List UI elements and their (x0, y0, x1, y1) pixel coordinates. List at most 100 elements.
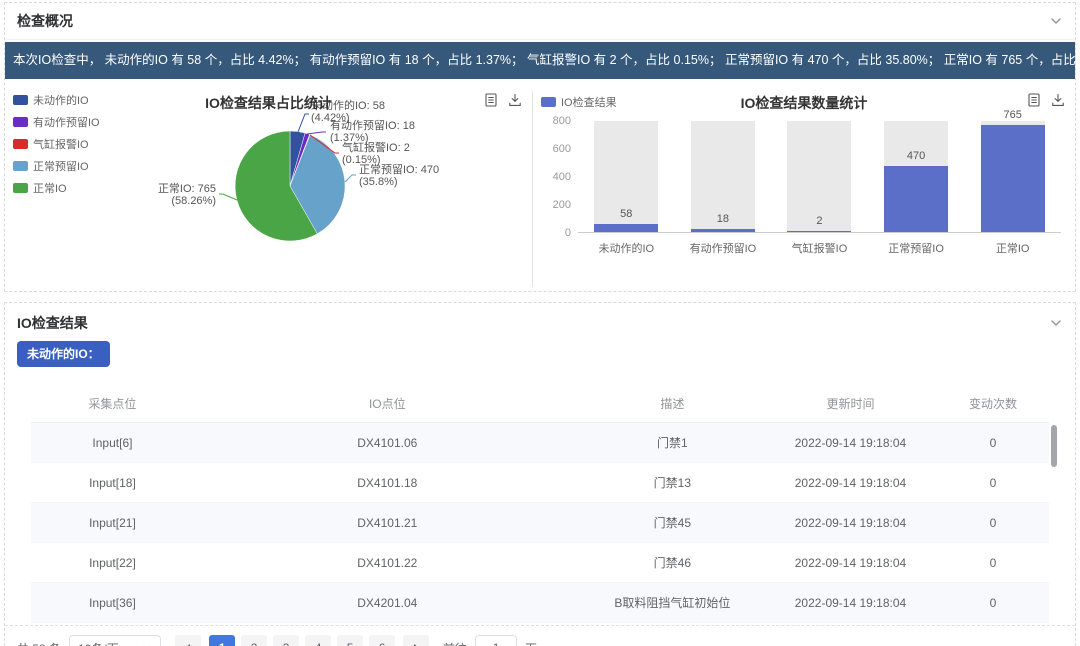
page-button-1[interactable]: 1 (209, 635, 235, 646)
legend-item[interactable]: 正常IO (13, 180, 100, 196)
table-cell: Input[36] (31, 583, 194, 623)
y-axis-tick: 0 (533, 226, 571, 240)
table-cell: 门禁46 (581, 543, 764, 583)
results-table: 采集点位IO点位描述更新时间变动次数 Input[6]DX4101.06门禁12… (31, 385, 1049, 623)
bar-x-label: 正常预留IO (868, 240, 965, 256)
legend-item[interactable]: 气缸报警IO (13, 136, 100, 152)
results-header: IO检查结果 (5, 303, 1075, 335)
y-axis-tick: 800 (533, 114, 571, 128)
table-header-cell: 采集点位 (31, 385, 194, 423)
bar-x-label: 气缸报警IO (771, 240, 868, 256)
chevron-down-icon[interactable] (1049, 316, 1063, 330)
goto-page-input[interactable] (475, 635, 517, 646)
goto-label: 前往 (443, 640, 467, 646)
pagination-total: 共 58 条 (17, 640, 61, 646)
pie-label: 正常IO: 765(58.26%) (158, 182, 216, 207)
result-category-badge[interactable]: 未动作的IO： (17, 341, 110, 367)
table-scrollbar-thumb[interactable] (1051, 425, 1057, 467)
table-cell: 0 (937, 503, 1049, 543)
table-cell: DX4101.22 (194, 543, 581, 583)
table-cell: 0 (937, 423, 1049, 463)
table-cell: Input[6] (31, 423, 194, 463)
data-view-icon[interactable] (484, 93, 498, 107)
page-button-2[interactable]: 2 (241, 635, 267, 646)
bar[interactable] (787, 231, 851, 232)
pie-chart: IO检查结果占比统计 未动作的IO有动作预留IO气缸报警IO正常预留IO正常IO… (5, 87, 532, 291)
table-cell: DX4101.21 (194, 503, 581, 543)
table-cell: 门禁45 (581, 503, 764, 543)
bar-chart: IO检查结果 IO检查结果数量统计 0200400600800 58182470… (533, 87, 1075, 291)
page-size-select[interactable]: 10条/页 (69, 635, 161, 646)
table-row[interactable]: Input[6]DX4101.06门禁12022-09-14 19:18:040 (31, 423, 1049, 463)
bar-x-label: 未动作的IO (578, 240, 675, 256)
results-title: IO检查结果 (17, 315, 88, 331)
charts-row: IO检查结果占比统计 未动作的IO有动作预留IO气缸报警IO正常预留IO正常IO… (5, 87, 1075, 291)
data-view-icon[interactable] (1027, 93, 1041, 107)
table-header-cell: 描述 (581, 385, 764, 423)
next-page-button[interactable] (403, 635, 429, 646)
table-cell: 门禁1 (581, 423, 764, 463)
legend-label: 有动作预留IO (33, 114, 100, 130)
bar[interactable] (884, 166, 948, 232)
prev-page-button[interactable] (175, 635, 201, 646)
pie-label: 有动作预留IO: 18(1.37%) (330, 118, 415, 144)
page-button-3[interactable]: 3 (273, 635, 299, 646)
page: 检查概况 本次IO检查中， 未动作的IO 有 58 个，占比 4.42%； 有动… (0, 0, 1080, 646)
bar-value-label: 18 (675, 213, 772, 225)
bar-plot[interactable]: 58182470765 (578, 121, 1061, 233)
download-icon[interactable] (1051, 93, 1065, 107)
table-row[interactable]: Input[22]DX4101.22门禁462022-09-14 19:18:0… (31, 543, 1049, 583)
pagination-pages: 123456 (209, 635, 395, 646)
summary-banner: 本次IO检查中， 未动作的IO 有 58 个，占比 4.42%； 有动作预留IO… (5, 42, 1075, 79)
legend-label: 正常预留IO (33, 158, 89, 174)
bar-legend[interactable]: IO检查结果 (541, 94, 617, 110)
pie-toolbox (484, 93, 522, 107)
table-row[interactable]: Input[21]DX4101.21门禁452022-09-14 19:18:0… (31, 503, 1049, 543)
y-axis-tick: 200 (533, 198, 571, 212)
table-cell: DX4101.06 (194, 423, 581, 463)
page-button-6[interactable]: 6 (369, 635, 395, 646)
table-row[interactable]: Input[18]DX4101.18门禁132022-09-14 19:18:0… (31, 463, 1049, 503)
bar[interactable] (691, 229, 755, 232)
table-cell: Input[18] (31, 463, 194, 503)
table-cell: 2022-09-14 19:18:04 (764, 583, 937, 623)
table-cell: 0 (937, 543, 1049, 583)
bar[interactable] (594, 224, 658, 232)
table-cell: 0 (937, 463, 1049, 503)
legend-item[interactable]: 有动作预留IO (13, 114, 100, 130)
table-cell: 2022-09-14 19:18:04 (764, 463, 937, 503)
bar-slot: 470 (868, 121, 965, 232)
pie-label: 气缸报警IO: 2(0.15%) (342, 140, 410, 166)
chevron-down-icon[interactable] (1049, 14, 1063, 28)
table-cell: 2022-09-14 19:18:04 (764, 503, 937, 543)
page-button-4[interactable]: 4 (305, 635, 331, 646)
bar-toolbox (1027, 93, 1065, 107)
legend-swatch (13, 161, 28, 171)
table-cell: 2022-09-14 19:18:04 (764, 543, 937, 583)
legend-label: 正常IO (33, 180, 67, 196)
bar-x-label: 正常IO (964, 240, 1061, 256)
pie-label-line (219, 194, 237, 200)
bar-x-label: 有动作预留IO (675, 240, 772, 256)
bar[interactable] (981, 125, 1045, 232)
download-icon[interactable] (508, 93, 522, 107)
table-cell: 2022-09-14 19:18:04 (764, 423, 937, 463)
page-button-5[interactable]: 5 (337, 635, 363, 646)
table-cell: B取料阻挡气缸初始位 (581, 583, 764, 623)
table-cell: Input[21] (31, 503, 194, 543)
table-row[interactable]: Input[36]DX4201.04B取料阻挡气缸初始位2022-09-14 1… (31, 583, 1049, 623)
legend-swatch (541, 97, 556, 107)
overview-title: 检查概况 (17, 13, 73, 29)
table-cell: DX4101.18 (194, 463, 581, 503)
y-axis-tick: 600 (533, 142, 571, 156)
bar-slot: 58 (578, 121, 675, 232)
overview-header: 检查概况 (5, 3, 1075, 40)
results-panel: IO检查结果 未动作的IO： 采集点位IO点位描述更新时间变动次数 Input[… (4, 302, 1076, 646)
legend-item[interactable]: 未动作的IO (13, 92, 100, 108)
table-header-cell: 更新时间 (764, 385, 937, 423)
table-cell: 0 (937, 583, 1049, 623)
legend-swatch (13, 183, 28, 193)
legend-item[interactable]: 正常预留IO (13, 158, 100, 174)
legend-swatch (13, 95, 28, 105)
bar-value-label: 2 (771, 215, 868, 227)
